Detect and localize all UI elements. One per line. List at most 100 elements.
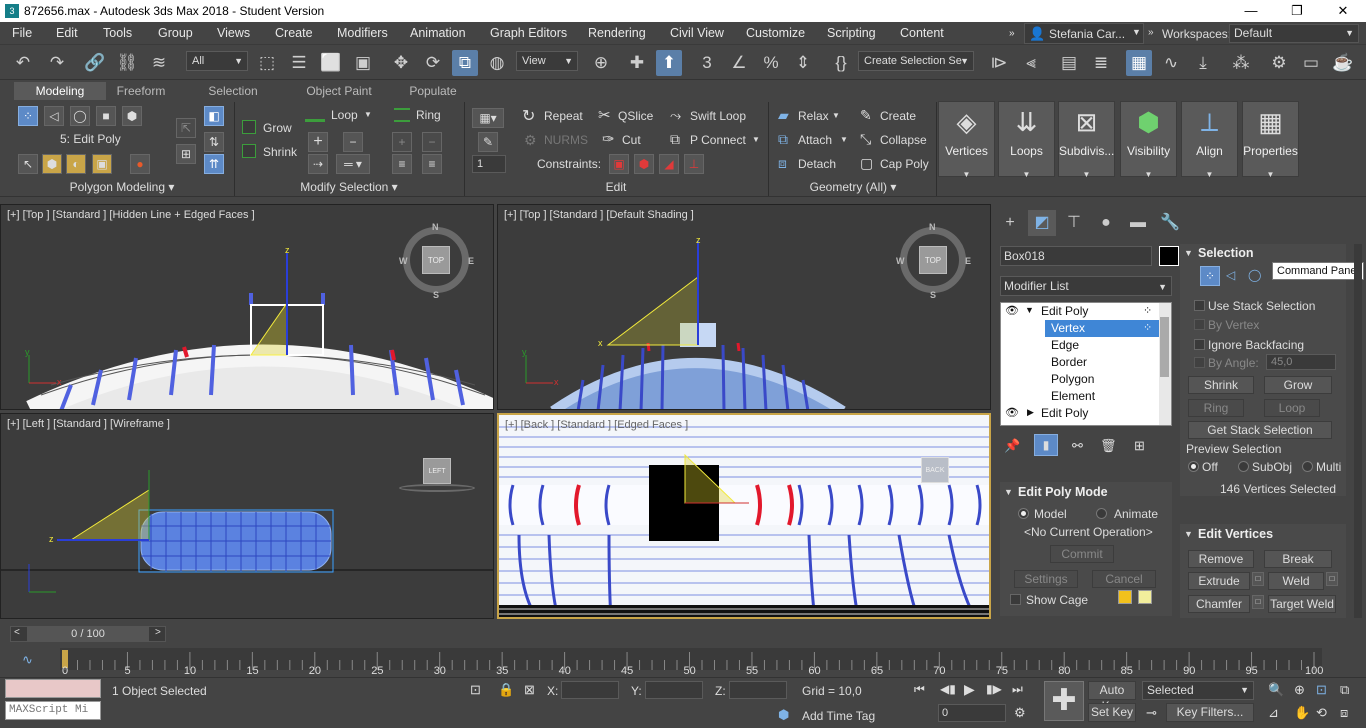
- spinner-snap-icon[interactable]: ⇕: [790, 50, 816, 76]
- show-cage-checkbox[interactable]: [1010, 594, 1021, 605]
- by-vertex-checkbox[interactable]: [1194, 319, 1205, 330]
- shrink-button[interactable]: Shrink: [263, 145, 297, 159]
- named-selection-sets-dropdown[interactable]: Create Selection Se ▼: [858, 51, 974, 71]
- grow-button[interactable]: Grow: [263, 121, 292, 135]
- z-coordinate-field[interactable]: [729, 681, 787, 699]
- orbit-icon[interactable]: ⟲: [1316, 705, 1327, 721]
- edit-poly-mode-title[interactable]: Edit Poly Mode: [1018, 485, 1108, 499]
- vertices-button[interactable]: ◈ Vertices ▼: [938, 101, 995, 179]
- eye-icon[interactable]: 👁: [1005, 304, 1019, 317]
- menu-tools[interactable]: Tools: [103, 26, 132, 40]
- zoom-extents-all-icon[interactable]: ⧉: [1340, 682, 1349, 698]
- geometry-footer[interactable]: Geometry (All) ▾: [770, 179, 936, 196]
- chamfer-settings-icon[interactable]: □: [1252, 595, 1264, 609]
- menu-rendering[interactable]: Rendering: [588, 26, 646, 40]
- menu-views[interactable]: Views: [217, 26, 250, 40]
- set-key-button[interactable]: Set Key: [1088, 703, 1136, 722]
- display-panel-icon[interactable]: ▬: [1124, 210, 1152, 236]
- named-selection-icon[interactable]: {}: [828, 50, 854, 76]
- subdivision-button[interactable]: ⊠ Subdivis... ▼: [1058, 101, 1115, 179]
- menu-animation[interactable]: Animation: [410, 26, 466, 40]
- auto-key-button[interactable]: Auto Key: [1088, 681, 1136, 713]
- render-setup-icon[interactable]: ⚙: [1266, 50, 1292, 76]
- time-slider[interactable]: < 0 / 100 >: [10, 626, 166, 642]
- mirror-icon[interactable]: ⧐: [986, 50, 1012, 76]
- cursor-select-icon[interactable]: ↖: [18, 154, 38, 174]
- tweak-icon[interactable]: ✎: [478, 132, 498, 152]
- cage-color-swatch[interactable]: [1118, 590, 1132, 604]
- polygon-subobject-icon[interactable]: ■: [96, 106, 116, 126]
- element-yellow-icon[interactable]: ⬢: [42, 154, 62, 174]
- viewport-top-hidden-line[interactable]: [+] [Top ] [Standard ] [Hidden Line + Ed…: [0, 204, 494, 410]
- minimize-button[interactable]: —: [1228, 0, 1274, 22]
- collapse-button[interactable]: Collapse: [880, 133, 927, 147]
- menu-edit[interactable]: Edit: [56, 26, 78, 40]
- extrude-settings-icon[interactable]: □: [1252, 572, 1264, 586]
- maximize-viewport-icon[interactable]: ⧈: [1340, 705, 1348, 721]
- cancel-button[interactable]: Cancel: [1092, 570, 1156, 588]
- maxscript-listener-output[interactable]: [5, 679, 101, 698]
- iterations-spinner[interactable]: 1: [472, 155, 506, 173]
- snaps-toggle-icon[interactable]: 3: [694, 50, 720, 76]
- go-to-start-icon[interactable]: ⏮: [914, 682, 925, 697]
- menu-civil-view[interactable]: Civil View: [670, 26, 724, 40]
- key-filters-button[interactable]: Key Filters...: [1166, 703, 1254, 722]
- show-end-result-icon[interactable]: ◧: [204, 106, 224, 126]
- shrink-icon[interactable]: [242, 144, 256, 158]
- shrink-button[interactable]: Shrink: [1188, 376, 1254, 394]
- nurms-button[interactable]: NURMS: [544, 133, 588, 147]
- selection-title[interactable]: Selection: [1198, 246, 1254, 260]
- preview-subobj-radio[interactable]: [1238, 461, 1249, 472]
- viewport-left-wireframe[interactable]: [+] [Left ] [Standard ] [Wireframe ] z L…: [0, 413, 494, 619]
- time-configuration-icon[interactable]: ⚙: [1014, 705, 1026, 721]
- stack-item-element[interactable]: Element: [1051, 389, 1095, 403]
- create-panel-icon[interactable]: +: [996, 210, 1024, 236]
- stack-item-polygon[interactable]: Polygon: [1051, 372, 1094, 386]
- align-button[interactable]: ⟂ Align ▼: [1181, 101, 1238, 179]
- constraint-face-icon[interactable]: ◢: [659, 154, 679, 174]
- mini-curve-editor-icon[interactable]: ∿: [22, 652, 33, 668]
- grow-button[interactable]: Grow: [1264, 376, 1332, 394]
- by-angle-checkbox[interactable]: [1194, 357, 1205, 368]
- time-tag-icon[interactable]: ⬢: [778, 707, 789, 723]
- loop-minus-icon[interactable]: −: [343, 132, 363, 152]
- collapse-arrow-icon[interactable]: ▼: [1025, 305, 1034, 315]
- grow-icon[interactable]: [242, 120, 256, 134]
- use-stack-selection-checkbox[interactable]: [1194, 300, 1205, 311]
- maxscript-mini-listener[interactable]: MAXScript Mi: [5, 701, 101, 720]
- previous-frame-icon[interactable]: ◀▮: [940, 682, 956, 696]
- user-account-dropdown[interactable]: 👤 Stefania Car... ▼: [1024, 23, 1144, 44]
- pivot-center-icon[interactable]: ⊕: [588, 50, 614, 76]
- model-radio[interactable]: [1018, 508, 1029, 519]
- menu-create[interactable]: Create: [275, 26, 313, 40]
- ribbon-toggle-icon[interactable]: ▦: [1126, 50, 1152, 76]
- ring-select-icon[interactable]: ≡: [422, 154, 442, 174]
- extrude-button[interactable]: Extrude: [1188, 572, 1250, 590]
- schematic-view-icon[interactable]: ⤓: [1190, 50, 1216, 76]
- selection-filter-dropdown[interactable]: All ▼: [186, 51, 248, 71]
- command-panel-scrollbar[interactable]: [1354, 244, 1362, 618]
- rollout-arrow-icon[interactable]: ▼: [1184, 248, 1193, 258]
- hierarchy-panel-icon[interactable]: ⊤: [1060, 210, 1088, 236]
- viewcube-ring-icon[interactable]: [399, 484, 475, 492]
- repeat-button[interactable]: Repeat: [544, 109, 583, 123]
- properties-button[interactable]: ▦ Properties ▼: [1242, 101, 1299, 179]
- cage-selected-color-swatch[interactable]: [1138, 590, 1152, 604]
- preview-multi-radio[interactable]: [1302, 461, 1313, 472]
- weld-button[interactable]: Weld: [1268, 572, 1324, 590]
- select-manipulate-icon[interactable]: ✚: [624, 50, 650, 76]
- loop-button[interactable]: Loop: [331, 108, 358, 122]
- select-object-icon[interactable]: ⬚: [254, 50, 280, 76]
- set-key-big-icon[interactable]: ✚: [1044, 681, 1084, 721]
- border-subobject-icon[interactable]: ◯: [1248, 268, 1261, 282]
- border-subobject-icon[interactable]: ◯: [70, 106, 90, 126]
- rendered-frame-icon[interactable]: ▭: [1298, 50, 1324, 76]
- vertex-subobject-icon[interactable]: ⁘: [18, 106, 38, 126]
- menu-overflow-icon[interactable]: »: [1009, 28, 1015, 39]
- constraint-normal-icon[interactable]: ⊥: [684, 154, 704, 174]
- stack-item-edge[interactable]: Edge: [1051, 338, 1079, 352]
- y-coordinate-field[interactable]: [645, 681, 703, 699]
- stack-item-edit-poly[interactable]: Edit Poly: [1041, 304, 1088, 318]
- loops-button[interactable]: ⇊ Loops ▼: [998, 101, 1055, 179]
- remove-button[interactable]: Remove: [1188, 550, 1254, 568]
